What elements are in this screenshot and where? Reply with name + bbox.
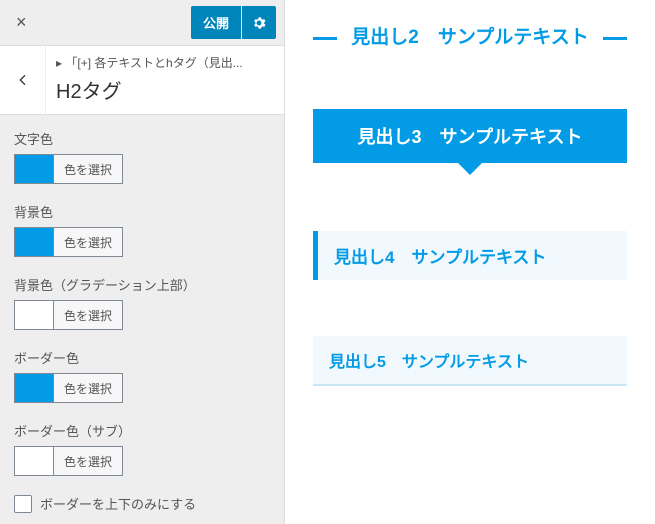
control-label: 文字色 xyxy=(14,129,270,148)
color-swatch[interactable] xyxy=(14,300,54,330)
topbar-actions: 公開 xyxy=(191,6,276,39)
select-color-button[interactable]: 色を選択 xyxy=(54,446,123,476)
breadcrumb-texts: ▸ 「[+] 各テキストとhタグ（見出... H2タグ xyxy=(46,46,284,114)
gear-icon xyxy=(252,16,266,30)
heading3-sample: 見出し3 サンプルテキスト xyxy=(313,109,627,163)
heading2-line-right xyxy=(603,37,627,40)
settings-button[interactable] xyxy=(242,6,276,39)
heading4-sample: 見出し4 サンプルテキスト xyxy=(313,231,627,280)
control-border-color: ボーダー色 色を選択 xyxy=(14,348,270,403)
control-text-color: 文字色 色を選択 xyxy=(14,129,270,184)
color-swatch[interactable] xyxy=(14,227,54,257)
color-swatch[interactable] xyxy=(14,446,54,476)
heading5-sample: 見出し5 サンプルテキスト xyxy=(313,336,627,386)
select-color-button[interactable]: 色を選択 xyxy=(54,300,123,330)
control-bg-color: 背景色 色を選択 xyxy=(14,202,270,257)
chevron-left-icon xyxy=(15,72,31,88)
control-label: ボーダー色 xyxy=(14,348,270,367)
heading2-text: 見出し2 サンプルテキスト xyxy=(349,24,591,53)
customizer-sidebar: × 公開 ▸ 「[+] 各テキストとhタグ（見出... H2タグ 文字色 色を選… xyxy=(0,0,285,524)
back-button[interactable] xyxy=(0,46,46,114)
checkbox-label: ボーダーを上下のみにする xyxy=(40,494,196,513)
control-label: 背景色（グラデーション上部） xyxy=(14,275,270,294)
breadcrumb-row: ▸ 「[+] 各テキストとhタグ（見出... H2タグ xyxy=(0,46,284,115)
preview-pane: 見出し2 サンプルテキスト 見出し3 サンプルテキスト 見出し4 サンプルテキス… xyxy=(285,0,655,524)
select-color-button[interactable]: 色を選択 xyxy=(54,227,123,257)
heading2-sample: 見出し2 サンプルテキスト xyxy=(313,24,627,53)
control-border-sub: ボーダー色（サブ） 色を選択 xyxy=(14,421,270,476)
select-color-button[interactable]: 色を選択 xyxy=(54,373,123,403)
control-bg-grad-top: 背景色（グラデーション上部） 色を選択 xyxy=(14,275,270,330)
publish-button[interactable]: 公開 xyxy=(191,6,241,39)
heading2-line-left xyxy=(313,37,337,40)
controls-panel: 文字色 色を選択 背景色 色を選択 背景色（グラデーション上部） 色を選択 ボー… xyxy=(0,115,284,524)
checkbox[interactable] xyxy=(14,495,32,513)
section-title: H2タグ xyxy=(56,75,274,104)
select-color-button[interactable]: 色を選択 xyxy=(54,154,123,184)
close-button[interactable]: × xyxy=(12,8,31,37)
color-swatch[interactable] xyxy=(14,373,54,403)
topbar: × 公開 xyxy=(0,0,284,46)
breadcrumb-path: ▸ 「[+] 各テキストとhタグ（見出... xyxy=(56,54,274,71)
control-border-tb-only: ボーダーを上下のみにする xyxy=(14,494,270,513)
color-swatch[interactable] xyxy=(14,154,54,184)
control-label: ボーダー色（サブ） xyxy=(14,421,270,440)
control-label: 背景色 xyxy=(14,202,270,221)
